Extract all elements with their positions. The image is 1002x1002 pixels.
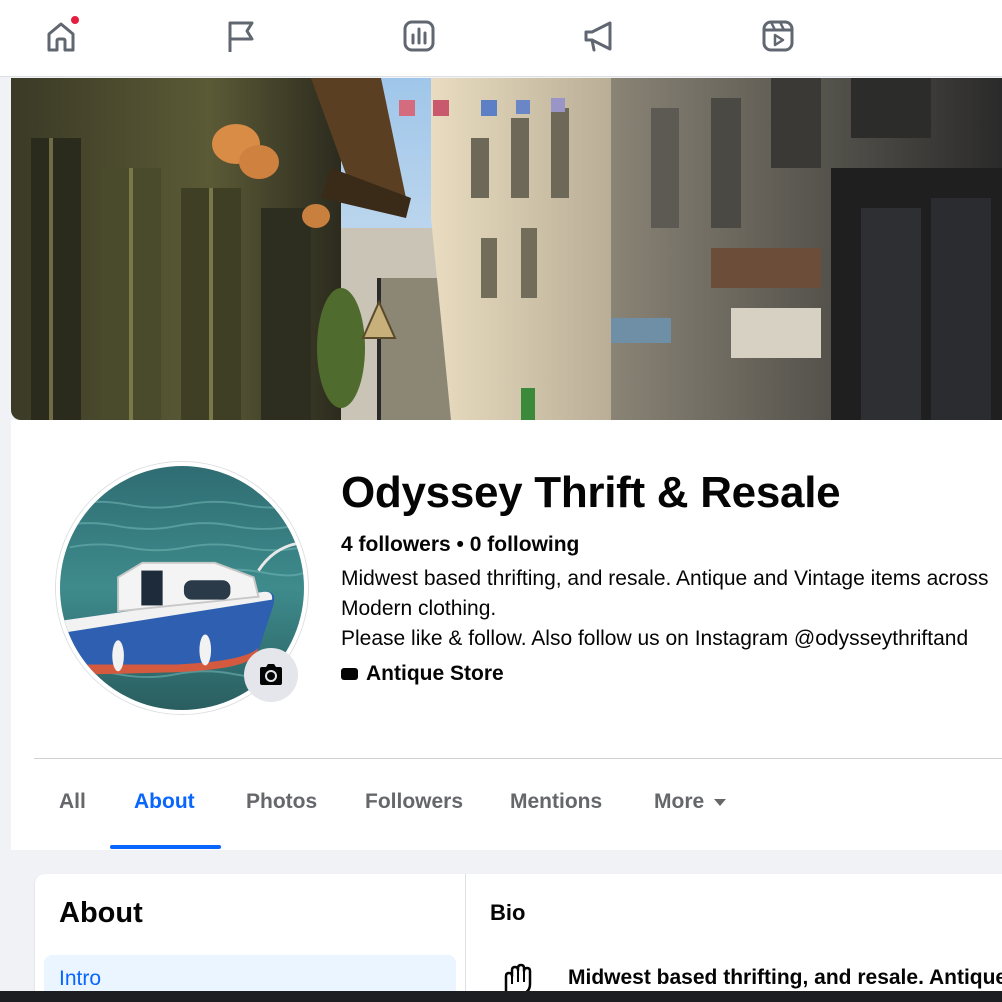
tab-photos[interactable]: Photos xyxy=(246,790,317,814)
nav-home[interactable] xyxy=(39,14,83,58)
following-link[interactable]: 0 following xyxy=(470,533,580,556)
followers-link[interactable]: 4 followers xyxy=(341,533,451,556)
bar-chart-icon xyxy=(403,20,435,52)
caret-down-icon xyxy=(714,798,727,806)
tab-mentions[interactable]: Mentions xyxy=(510,790,602,814)
notification-dot xyxy=(69,14,81,26)
header-divider xyxy=(34,758,1002,759)
bio-line-2: Modern clothing. xyxy=(341,597,497,620)
tab-more-label: More xyxy=(654,790,705,813)
nav-pages[interactable] xyxy=(218,14,262,58)
nav-insights[interactable] xyxy=(397,14,441,58)
window-bottom-edge xyxy=(0,991,1002,1002)
page-title: Odyssey Thrift & Resale xyxy=(341,468,841,517)
tab-more[interactable]: More xyxy=(654,790,727,814)
about-heading: About xyxy=(59,897,143,929)
update-profile-picture-button[interactable] xyxy=(244,648,298,702)
top-navigation xyxy=(0,0,1002,77)
bio-text: Midwest based thrifting, and resale. Ant… xyxy=(568,966,1002,989)
cover-photo[interactable] xyxy=(11,78,1002,420)
nav-reels[interactable] xyxy=(756,14,800,58)
megaphone-icon xyxy=(584,21,612,52)
bio-line-3: Please like & follow. Also follow us on … xyxy=(341,627,969,650)
tab-all[interactable]: All xyxy=(59,790,86,814)
page-category: Antique Store xyxy=(341,662,504,686)
category-label: Antique Store xyxy=(366,662,504,685)
category-icon xyxy=(341,668,358,680)
reels-icon xyxy=(762,20,794,52)
follow-counts: 4 followers • 0 following xyxy=(341,533,579,557)
nav-ads[interactable] xyxy=(577,14,621,58)
bio-line-1: Midwest based thrifting, and resale. Ant… xyxy=(341,567,989,590)
flag-icon xyxy=(228,21,254,52)
tab-followers[interactable]: Followers xyxy=(365,790,463,814)
about-column-divider xyxy=(465,874,466,1002)
tab-about[interactable]: About xyxy=(134,790,195,814)
street-scene-image xyxy=(11,78,1002,420)
camera-icon xyxy=(260,664,282,685)
bio-heading: Bio xyxy=(490,900,526,925)
follow-separator: • xyxy=(450,533,470,556)
active-tab-indicator xyxy=(110,845,221,849)
